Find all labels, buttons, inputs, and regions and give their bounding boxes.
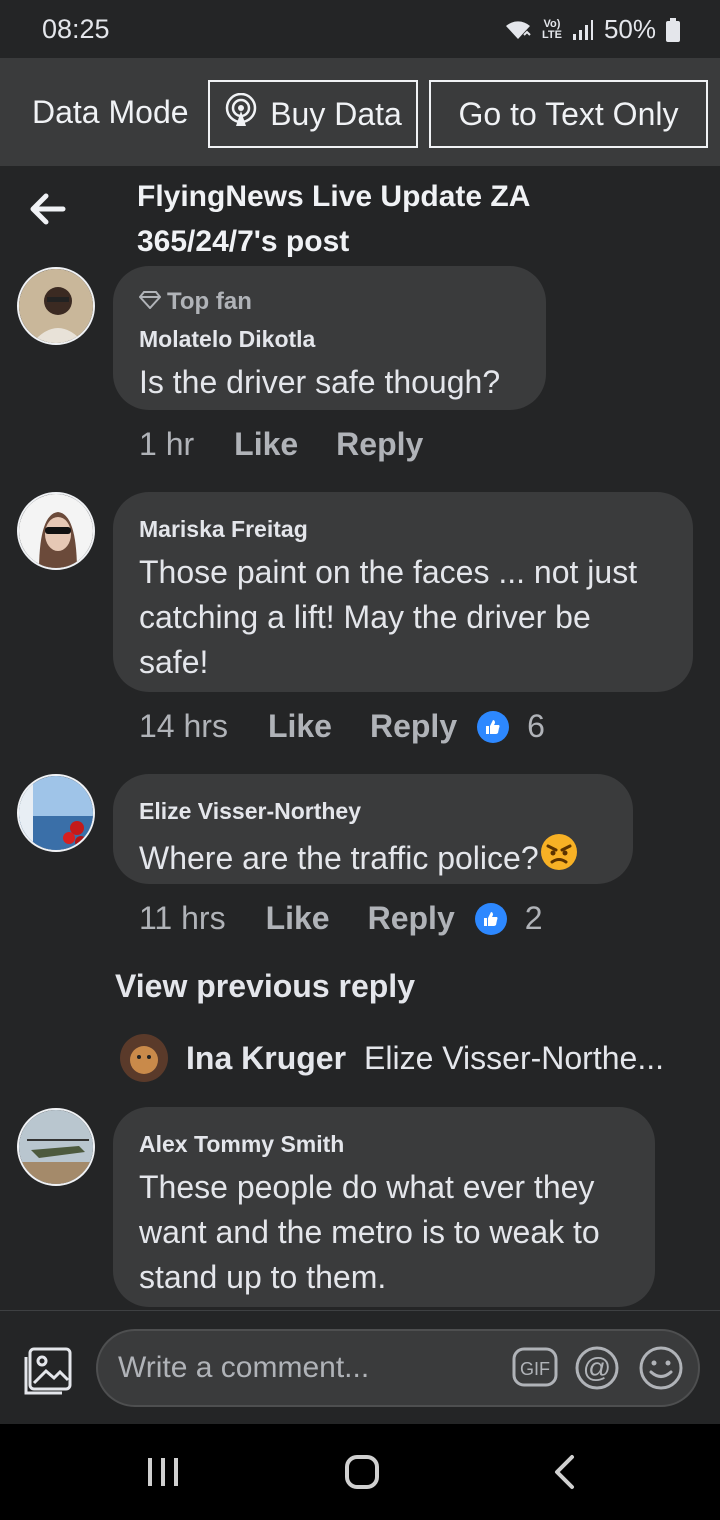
comment-time: 1 hr: [139, 426, 195, 462]
signal-icon: [572, 19, 594, 41]
badge-label: Top fan: [167, 288, 252, 315]
like-button[interactable]: Like: [266, 900, 330, 937]
post-header: FlyingNews Live Update ZA 365/24/7's pos…: [0, 166, 720, 262]
status-time: 08:25: [42, 14, 110, 44]
wifi-icon: [504, 19, 532, 41]
broadcast-icon: [224, 92, 258, 135]
comment-author[interactable]: Alex Tommy Smith: [139, 1129, 629, 1159]
comment-input[interactable]: Write a comment... GIF @: [96, 1329, 700, 1407]
svg-text:@: @: [583, 1352, 611, 1383]
text-only-button[interactable]: Go to Text Only: [429, 80, 708, 148]
reply-button[interactable]: Reply: [368, 900, 455, 937]
battery-percent: 50%: [603, 14, 656, 44]
avatar[interactable]: [17, 492, 95, 570]
avatar[interactable]: [17, 267, 95, 345]
reply-button[interactable]: Reply: [370, 708, 457, 745]
reply-preview[interactable]: Ina Kruger Elize Visser-Northe...: [120, 1034, 664, 1082]
buy-data-button[interactable]: Buy Data: [208, 80, 418, 148]
comment-author[interactable]: Mariska Freitag: [139, 514, 667, 544]
reply-author[interactable]: Ina Kruger: [186, 1040, 346, 1077]
like-button[interactable]: Like: [268, 708, 332, 745]
reaction-count[interactable]: 2: [525, 900, 543, 937]
comment-text: Those paint on the faces ... not just ca…: [139, 554, 638, 680]
emoji-icon[interactable]: [638, 1345, 684, 1396]
comment-bubble: Top fan Molatelo Dikotla Is the driver s…: [113, 266, 546, 410]
comment-actions: 11 hrs Like Reply 2: [139, 900, 543, 937]
comment-composer: Write a comment... GIF @: [0, 1310, 720, 1424]
comment-author[interactable]: Molatelo Dikotla: [139, 324, 520, 354]
svg-text:GIF: GIF: [520, 1359, 550, 1379]
photo-icon[interactable]: [22, 1345, 74, 1402]
status-icons: Vo) LTE 50%: [504, 14, 680, 45]
reply-snippet: Elize Visser-Northe...: [364, 1039, 664, 1076]
page-title: FlyingNews Live Update ZA 365/24/7's pos…: [137, 180, 530, 258]
comment-actions: 1 hr Like Reply: [139, 426, 443, 463]
angry-emoji-icon: [539, 832, 579, 884]
buy-data-label: Buy Data: [270, 95, 402, 132]
gif-icon[interactable]: GIF: [512, 1347, 558, 1392]
system-nav-bar: [0, 1424, 720, 1520]
back-arrow-icon[interactable]: [28, 192, 66, 231]
reaction-count[interactable]: 6: [527, 708, 545, 745]
comment-actions: 14 hrs Like Reply 6: [139, 708, 545, 745]
like-reaction-icon[interactable]: [474, 902, 507, 935]
data-mode-bar: Data Mode Buy Data Go to Text Only: [0, 58, 720, 166]
reply-button[interactable]: Reply: [336, 426, 423, 463]
like-reaction-icon[interactable]: [477, 710, 510, 743]
avatar[interactable]: [17, 774, 95, 852]
diamond-icon: [138, 288, 162, 316]
data-mode-label: Data Mode: [32, 94, 189, 130]
comment-text: Where are the traffic police?: [139, 839, 539, 876]
volte-icon: Vo) LTE: [541, 17, 562, 41]
battery-icon: [666, 17, 680, 42]
nav-home-icon[interactable]: [344, 1454, 380, 1495]
nav-back-icon[interactable]: [552, 1454, 578, 1495]
view-previous-reply-link[interactable]: View previous reply: [115, 968, 415, 1005]
comment-bubble: Alex Tommy Smith These people do what ev…: [113, 1107, 655, 1307]
avatar[interactable]: [120, 1034, 168, 1082]
comment-author[interactable]: Elize Visser-Northey: [139, 796, 607, 826]
comment-text-row: Where are the traffic police?: [139, 832, 607, 884]
nav-recents-icon[interactable]: [146, 1456, 180, 1493]
avatar[interactable]: [17, 1108, 95, 1186]
comment-bubble: Mariska Freitag Those paint on the faces…: [113, 492, 693, 692]
comment-time: 14 hrs: [139, 708, 228, 744]
top-fan-badge: Top fan: [138, 288, 520, 316]
comment-bubble: Elize Visser-Northey Where are the traff…: [113, 774, 633, 884]
comment-placeholder: Write a comment...: [118, 1351, 370, 1384]
comment-text: Is the driver safe though?: [139, 364, 501, 400]
status-bar: 08:25 Vo) LTE 50%: [0, 0, 720, 58]
like-button[interactable]: Like: [234, 426, 298, 463]
mention-icon[interactable]: @: [574, 1345, 620, 1396]
comment-text: These people do what ever they want and …: [139, 1169, 600, 1295]
comment-time: 11 hrs: [139, 900, 226, 936]
